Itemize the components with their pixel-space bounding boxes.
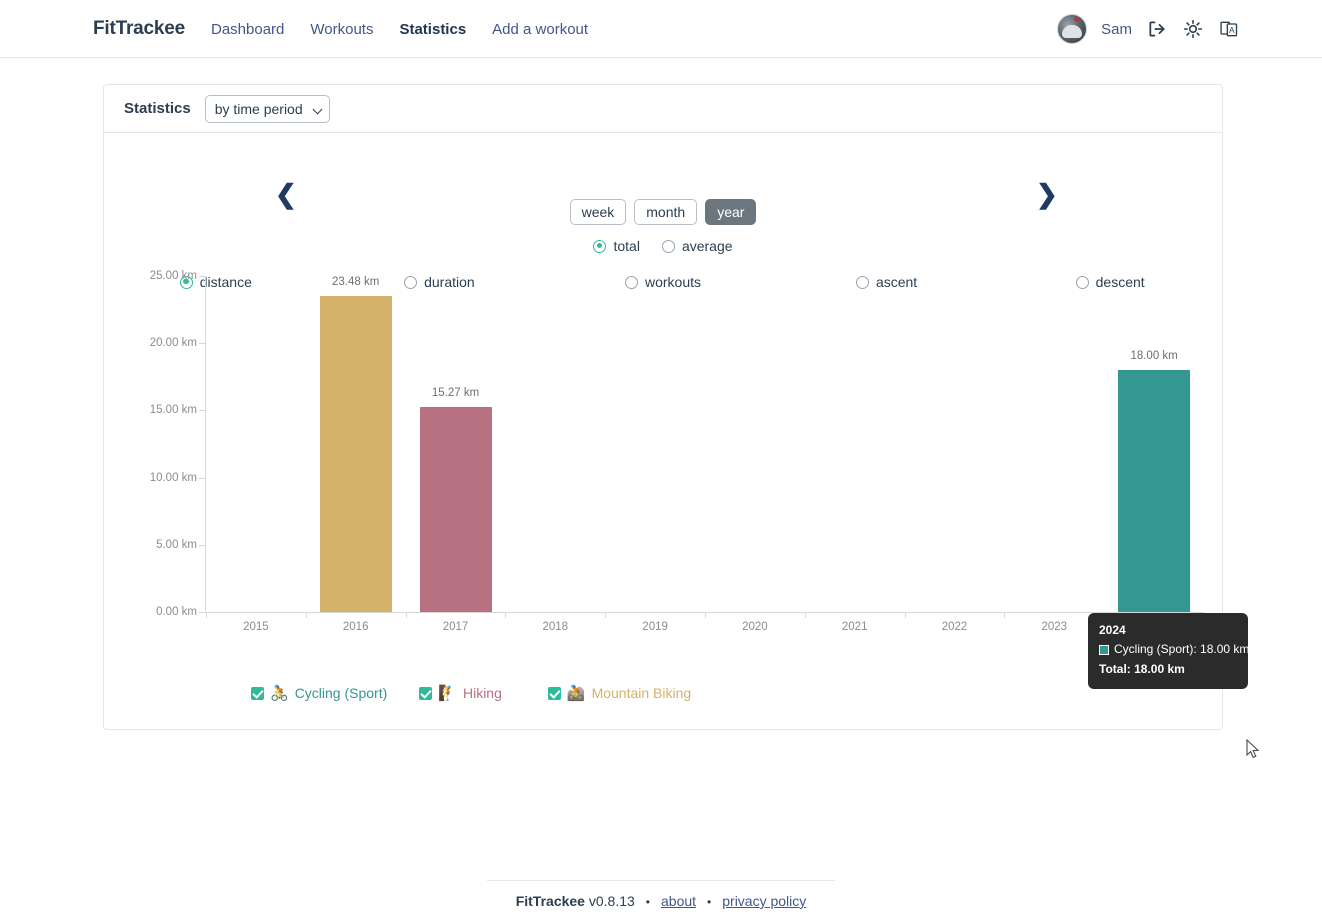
- main-nav: Dashboard Workouts Statistics Add a work…: [211, 21, 588, 38]
- theme-sun-icon[interactable]: [1182, 18, 1204, 40]
- x-axis-tick: [206, 613, 207, 618]
- legend-label-mountain-biking: Mountain Biking: [591, 685, 692, 701]
- chart-tooltip: 2024 Cycling (Sport): 18.00 km Total: 18…: [1088, 613, 1249, 690]
- avatar[interactable]: [1057, 14, 1088, 44]
- x-axis-tick-label: 2017: [442, 621, 469, 633]
- page-title: Statistics: [124, 100, 191, 117]
- footer-link-about[interactable]: about: [661, 893, 696, 909]
- legend-item-mountain-biking[interactable]: 🚵 Mountain Biking: [547, 684, 692, 702]
- plot-area: 23.48 km 15.27 km 18.00 km: [206, 276, 1204, 612]
- x-axis-tick: [804, 613, 806, 618]
- tooltip-color-swatch: [1099, 645, 1109, 656]
- x-axis-tick-label: 2016: [342, 621, 369, 633]
- x-axis-tick: [505, 613, 507, 618]
- tooltip-total-label: Total: 18.00 km: [1099, 661, 1185, 676]
- x-axis-tick: [405, 613, 407, 618]
- nav-link-workouts[interactable]: Workouts: [310, 21, 373, 38]
- bar-value-label: 23.48 km: [332, 276, 380, 289]
- x-axis-tick-label: 2023: [1041, 621, 1068, 633]
- legend-checkbox-cycling[interactable]: [251, 686, 264, 700]
- mountain-biking-icon: 🚵: [566, 684, 586, 702]
- legend-checkbox-hiking[interactable]: [419, 686, 433, 700]
- legend-label-hiking: Hiking: [462, 685, 502, 701]
- statistics-mode-select-wrap: by time period by sport: [204, 94, 330, 123]
- statistics-chart[interactable]: 0.00 km 5.00 km 10.00 km 15.00 km 20.00 km 25…: [104, 270, 1260, 759]
- period-button-year[interactable]: year: [705, 199, 757, 225]
- username-label[interactable]: Sam: [1101, 21, 1132, 38]
- footer-brand-version: FitTrackee v0.8.13: [516, 893, 635, 909]
- footer-version: v0.8.13: [588, 893, 635, 909]
- mouse-cursor-icon: [1246, 738, 1260, 764]
- x-axis-tick-label: 2020: [742, 621, 768, 633]
- statistics-mode-select[interactable]: by time period by sport: [204, 94, 330, 123]
- aggregation-radio-group: total average: [104, 238, 1222, 254]
- y-axis-tick-label: 10.00 km: [149, 471, 197, 484]
- hiking-icon: 🧗: [438, 684, 457, 702]
- language-icon[interactable]: A: [1218, 18, 1240, 40]
- x-axis-tick: [705, 613, 706, 618]
- top-navbar: FitTrackee Dashboard Workouts Statistics…: [0, 0, 1322, 58]
- x-axis-tick-label: 2015: [243, 621, 269, 633]
- brand-logo[interactable]: FitTrackee: [93, 18, 185, 40]
- tooltip-series-row: Cycling (Sport): 18.00 km: [1099, 640, 1249, 659]
- x-axis-tick-label: 2018: [542, 621, 569, 633]
- period-button-group: week month year: [104, 199, 1222, 225]
- chart-controls: ❮ ❯ week month year total average distan…: [104, 133, 1222, 290]
- x-axis-tick-label: 2022: [941, 621, 968, 633]
- nav-left-group: FitTrackee Dashboard Workouts Statistics…: [93, 18, 588, 40]
- y-axis-tick-label: 0.00 km: [156, 606, 197, 618]
- nav-link-dashboard[interactable]: Dashboard: [211, 21, 284, 38]
- footer-separator-2: •: [707, 895, 712, 909]
- x-axis-tick: [305, 613, 307, 618]
- legend-label-cycling: Cycling (Sport): [294, 685, 388, 701]
- bar-value-label: 18.00 km: [1130, 350, 1178, 363]
- cycling-icon: 🚴: [270, 684, 289, 702]
- tooltip-title: 2024: [1099, 623, 1126, 637]
- radio-total-label: total: [613, 238, 640, 254]
- period-button-month[interactable]: month: [634, 199, 698, 225]
- y-axis-tick-label: 20.00 km: [149, 337, 197, 350]
- x-axis-tick-label: 2019: [642, 621, 668, 633]
- footer-link-privacy[interactable]: privacy policy: [722, 893, 806, 909]
- nav-link-statistics[interactable]: Statistics: [399, 21, 466, 38]
- nav-link-add-workout[interactable]: Add a workout: [492, 21, 588, 38]
- radio-total[interactable]: total: [593, 238, 640, 254]
- period-button-week[interactable]: week: [569, 199, 627, 225]
- radio-total-dot: [593, 239, 607, 253]
- logout-icon[interactable]: [1146, 18, 1168, 40]
- y-axis-tick-label: 5.00 km: [156, 538, 197, 551]
- tooltip-series-label: Cycling (Sport): 18.00 km: [1114, 642, 1250, 657]
- x-axis-tick-label: 2021: [841, 621, 868, 633]
- chart-bar[interactable]: [419, 406, 492, 612]
- nav-right-group: Sam A: [1057, 0, 1240, 58]
- legend-item-cycling[interactable]: 🚴 Cycling (Sport): [251, 685, 387, 701]
- footer-brand: FitTrackee: [515, 893, 585, 909]
- footer-separator-1: •: [645, 895, 650, 909]
- statistics-card: Statistics by time period by sport ❮ ❯ w…: [103, 84, 1260, 759]
- legend-checkbox-mountain-biking[interactable]: [547, 686, 561, 700]
- svg-text:A: A: [1229, 25, 1235, 35]
- radio-average[interactable]: average: [661, 238, 733, 254]
- chart-bar[interactable]: [319, 296, 392, 612]
- bar-value-label: 15.27 km: [431, 386, 480, 399]
- radio-average-dot: [661, 239, 675, 253]
- x-axis-tick: [605, 613, 607, 618]
- legend-item-hiking[interactable]: 🧗 Hiking: [419, 685, 502, 701]
- card-header: Statistics by time period by sport: [104, 85, 1222, 133]
- x-axis-tick: [904, 613, 906, 618]
- sport-legend: 🚴 Cycling (Sport) 🧗 Hiking 🚵 Mountain Bi…: [251, 685, 691, 701]
- page-footer: FitTrackee v0.8.13 • about • privacy pol…: [487, 880, 835, 909]
- x-axis-tick: [1004, 613, 1006, 618]
- y-axis-tick-label: 15.00 km: [149, 404, 197, 417]
- y-axis-tick-label: 25.00 km: [149, 270, 197, 282]
- radio-average-label: average: [681, 238, 733, 254]
- chart-bar[interactable]: [1118, 370, 1191, 612]
